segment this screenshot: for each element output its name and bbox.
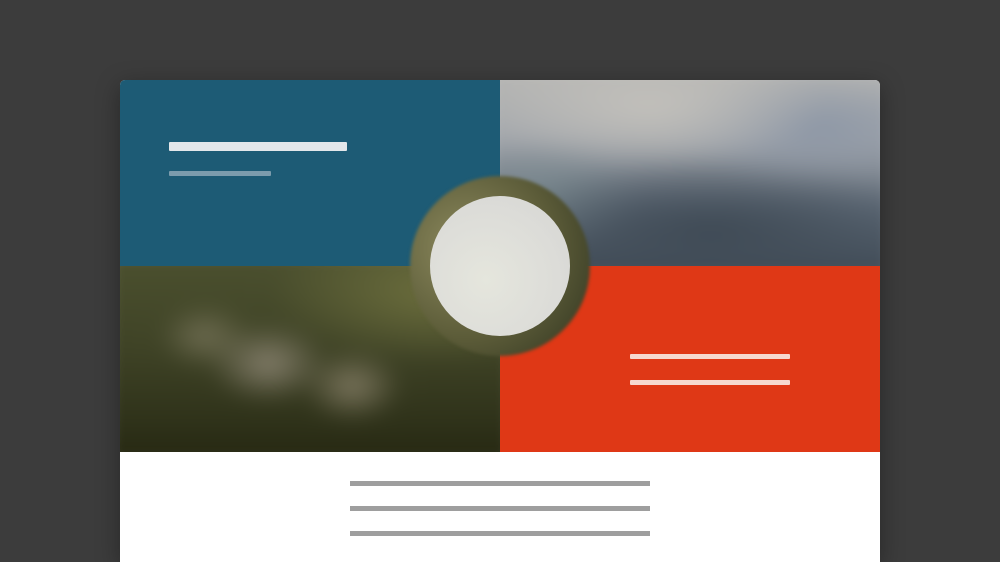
browser-window [120,80,880,562]
title-placeholder [169,142,347,151]
text-placeholder-1 [630,354,790,359]
content-line [350,531,650,536]
text-placeholder-2 [630,380,790,385]
center-circle [430,196,570,336]
content-line [350,506,650,511]
subtitle-placeholder [169,171,271,176]
hero-banner [120,80,880,452]
content-line [350,481,650,486]
